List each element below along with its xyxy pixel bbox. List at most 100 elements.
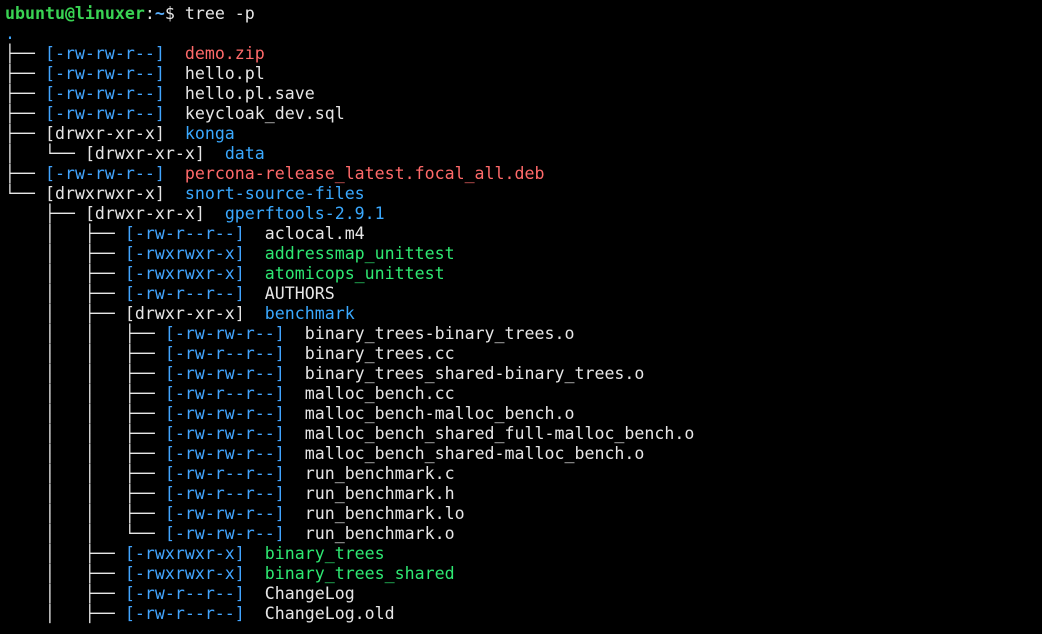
entry-permissions: [-rw-rw-r--] [164, 524, 285, 543]
tree-branch: ├── [5, 84, 45, 103]
tree-root-line: . [5, 24, 1042, 44]
entry-permissions: [drwxr-xr-x] [124, 304, 245, 323]
tree-branch: │ │ ├── [5, 364, 165, 383]
tree-branch: └── [5, 184, 45, 203]
tree-entry: │ ├── [-rw-r--r--] AUTHORS [5, 284, 1042, 304]
entry-permissions: [-rw-r--r--] [164, 484, 285, 503]
entry-permissions: [-rwxrwxr-x] [124, 564, 245, 583]
tree-entry: │ │ ├── [-rw-rw-r--] run_benchmark.lo [5, 504, 1042, 524]
entry-permissions: [-rwxrwxr-x] [124, 244, 245, 263]
tree-branch: ├── [5, 204, 85, 223]
entry-permissions: [-rw-r--r--] [164, 464, 285, 483]
tree-entry: │ │ ├── [-rw-rw-r--] malloc_bench_shared… [5, 444, 1042, 464]
tree-entry: │ │ ├── [-rw-rw-r--] binary_trees-binary… [5, 324, 1042, 344]
tree-root: . [5, 24, 15, 43]
entry-separator [165, 124, 185, 143]
tree-branch: ├── [5, 164, 45, 183]
tree-branch: │ │ ├── [5, 424, 165, 443]
entry-separator [165, 184, 185, 203]
tree-entry: │ │ ├── [-rw-r--r--] binary_trees.cc [5, 344, 1042, 364]
entry-permissions: [drwxr-xr-x] [84, 144, 205, 163]
entry-separator [245, 264, 265, 283]
entry-separator [245, 544, 265, 563]
tree-entry: │ │ └── [-rw-rw-r--] run_benchmark.o [5, 524, 1042, 544]
tree-branch: │ │ ├── [5, 404, 165, 423]
entry-name: ChangeLog [264, 584, 355, 603]
entry-separator [245, 304, 265, 323]
entry-permissions: [-rw-r--r--] [164, 384, 285, 403]
tree-entry: │ │ ├── [-rw-r--r--] malloc_bench.cc [5, 384, 1042, 404]
entry-name: binary_trees [264, 544, 385, 563]
tree-branch: ├── [5, 104, 45, 123]
entry-name: ChangeLog.old [264, 604, 395, 623]
entry-separator [205, 204, 225, 223]
tree-entry: │ ├── [-rw-r--r--] ChangeLog.old [5, 604, 1042, 624]
tree-branch: │ ├── [5, 564, 125, 583]
prompt-colon: : [144, 4, 155, 23]
prompt-dollar: $ [164, 4, 185, 23]
tree-branch: │ │ ├── [5, 504, 165, 523]
tree-entry: │ │ ├── [-rw-rw-r--] malloc_bench-malloc… [5, 404, 1042, 424]
tree-entry: │ ├── [-rwxrwxr-x] addressmap_unittest [5, 244, 1042, 264]
tree-entry: │ ├── [-rw-r--r--] aclocal.m4 [5, 224, 1042, 244]
tree-entry: │ └── [drwxr-xr-x] data [5, 144, 1042, 164]
entry-separator [165, 104, 185, 123]
entry-permissions: [-rw-rw-r--] [164, 424, 285, 443]
tree-branch: ├── [5, 64, 45, 83]
tree-entry: ├── [drwxr-xr-x] gperftools-2.9.1 [5, 204, 1042, 224]
tree-branch: │ ├── [5, 244, 125, 263]
tree-entry: │ │ ├── [-rw-rw-r--] binary_trees_shared… [5, 364, 1042, 384]
tree-branch: │ └── [5, 144, 85, 163]
entry-permissions: [-rw-rw-r--] [44, 164, 165, 183]
entry-name: malloc_bench.cc [304, 384, 455, 403]
entry-separator [245, 584, 265, 603]
entry-name: addressmap_unittest [264, 244, 455, 263]
tree-entry: ├── [-rw-rw-r--] hello.pl.save [5, 84, 1042, 104]
entry-name: hello.pl.save [184, 84, 315, 103]
entry-separator [245, 224, 265, 243]
tree-branch: │ ├── [5, 544, 125, 563]
entry-name: aclocal.m4 [264, 224, 365, 243]
entry-separator [285, 464, 305, 483]
tree-entry: ├── [-rw-rw-r--] demo.zip [5, 44, 1042, 64]
entry-separator [165, 44, 185, 63]
entry-separator [245, 564, 265, 583]
tree-branch: │ │ ├── [5, 464, 165, 483]
tree-entry: │ │ ├── [-rw-r--r--] run_benchmark.h [5, 484, 1042, 504]
entry-name: keycloak_dev.sql [184, 104, 345, 123]
entry-permissions: [-rw-rw-r--] [44, 104, 165, 123]
entry-permissions: [-rw-r--r--] [124, 584, 245, 603]
entry-name: hello.pl [184, 64, 265, 83]
entry-separator [285, 404, 305, 423]
tree-branch: │ │ ├── [5, 444, 165, 463]
entry-permissions: [-rw-r--r--] [124, 604, 245, 623]
tree-entry: │ ├── [-rwxrwxr-x] binary_trees [5, 544, 1042, 564]
entry-name: atomicops_unittest [264, 264, 445, 283]
entry-name: konga [184, 124, 235, 143]
entry-name: run_benchmark.c [304, 464, 455, 483]
entry-permissions: [drwxr-xr-x] [84, 204, 205, 223]
terminal-window[interactable]: ubuntu@linuxer:~$ tree -p . ├── [-rw-rw-… [0, 0, 1042, 634]
tree-entry: ├── [-rw-rw-r--] percona-release_latest.… [5, 164, 1042, 184]
entry-name: AUTHORS [264, 284, 335, 303]
tree-entry: │ ├── [drwxr-xr-x] benchmark [5, 304, 1042, 324]
entry-permissions: [drwxrwxr-x] [44, 184, 165, 203]
tree-branch: │ │ ├── [5, 384, 165, 403]
tree-entry: ├── [-rw-rw-r--] keycloak_dev.sql [5, 104, 1042, 124]
tree-entry: │ ├── [-rwxrwxr-x] binary_trees_shared [5, 564, 1042, 584]
entry-separator [285, 524, 305, 543]
entry-separator [245, 604, 265, 623]
tree-entry: ├── [-rw-rw-r--] hello.pl [5, 64, 1042, 84]
entry-separator [285, 364, 305, 383]
tree-entries: ├── [-rw-rw-r--] demo.zip ├── [-rw-rw-r--… [5, 44, 1042, 624]
prompt-line: ubuntu@linuxer:~$ tree -p [5, 4, 1042, 24]
entry-name: malloc_bench_shared-malloc_bench.o [304, 444, 645, 463]
entry-name: run_benchmark.o [304, 524, 455, 543]
tree-branch: │ │ ├── [5, 484, 165, 503]
tree-entry: └── [drwxrwxr-x] snort-source-files [5, 184, 1042, 204]
entry-separator [205, 144, 225, 163]
tree-branch: │ │ ├── [5, 324, 165, 343]
tree-branch: │ ├── [5, 284, 125, 303]
entry-name: snort-source-files [184, 184, 365, 203]
entry-name: binary_trees_shared [264, 564, 455, 583]
